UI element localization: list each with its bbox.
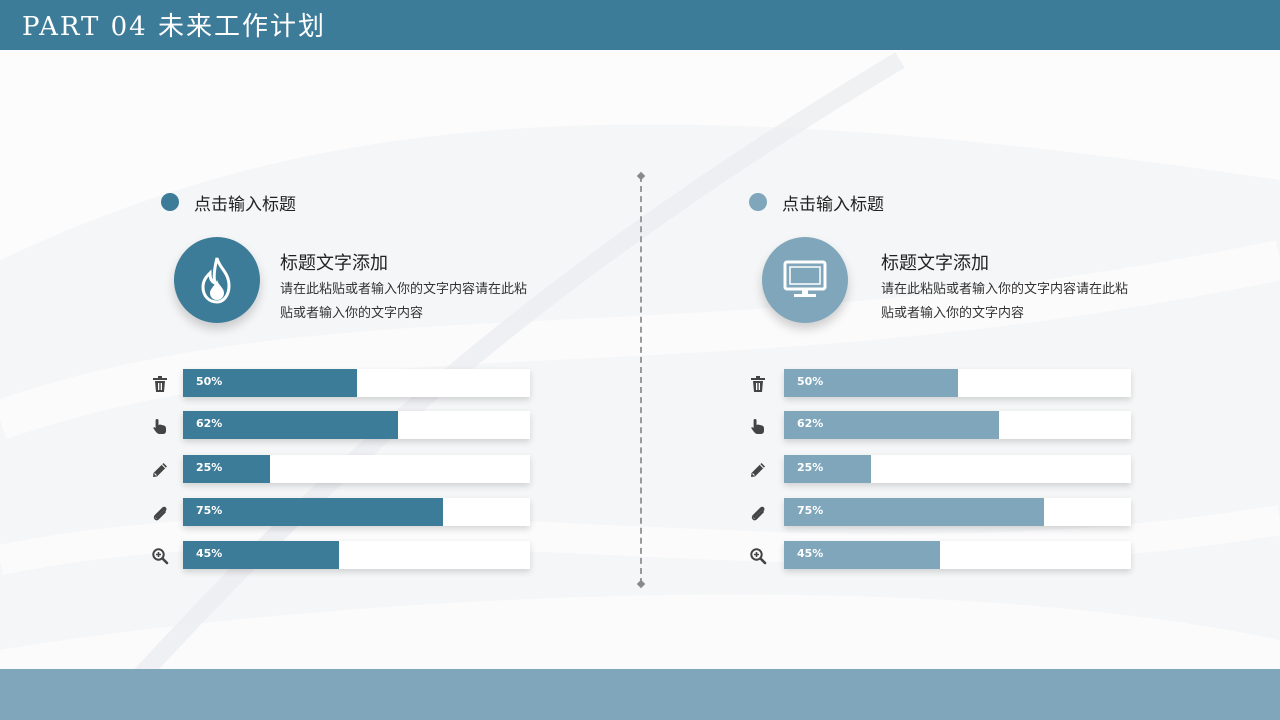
zoom-in-icon (749, 547, 767, 565)
paperclip-icon (151, 504, 169, 522)
header-bar: PART 04 未来工作计划 (0, 0, 1280, 50)
progress-label: 62% (797, 417, 824, 430)
progress-track: 62% (183, 411, 530, 439)
progress-track: 25% (784, 455, 1131, 483)
trash-icon (151, 375, 169, 393)
section-title[interactable]: 点击输入标题 (194, 190, 296, 215)
progress-label: 62% (196, 417, 223, 430)
progress-label: 25% (797, 461, 824, 474)
section-title[interactable]: 点击输入标题 (782, 190, 884, 215)
trash-icon (749, 375, 767, 393)
progress-track: 75% (183, 498, 530, 526)
pencil-icon (151, 461, 169, 479)
item-description[interactable]: 请在此粘贴或者输入你的文字内容请在此粘贴或者输入你的文字内容 (881, 278, 1131, 326)
flame-icon (201, 257, 231, 304)
progress-label: 75% (797, 504, 824, 517)
zoom-in-icon (151, 547, 169, 565)
progress-label: 50% (196, 375, 223, 388)
progress-track: 50% (784, 369, 1131, 397)
item-title[interactable]: 标题文字添加 (280, 249, 388, 275)
pointer-hand-icon (151, 417, 169, 435)
item-title[interactable]: 标题文字添加 (881, 249, 989, 275)
progress-track: 25% (183, 455, 530, 483)
section-dot (161, 193, 179, 211)
progress-track: 50% (183, 369, 530, 397)
monitor-icon (783, 260, 827, 297)
pencil-icon (749, 461, 767, 479)
center-divider (640, 176, 642, 584)
progress-label: 50% (797, 375, 824, 388)
flame-badge (174, 237, 260, 323)
page-title: PART 04 未来工作计划 (22, 12, 326, 42)
item-description[interactable]: 请在此粘贴或者输入你的文字内容请在此粘贴或者输入你的文字内容 (280, 278, 530, 326)
section-dot (749, 193, 767, 211)
progress-track: 62% (784, 411, 1131, 439)
paperclip-icon (749, 504, 767, 522)
progress-label: 45% (196, 547, 223, 560)
pointer-hand-icon (749, 417, 767, 435)
footer-bar (0, 669, 1280, 720)
monitor-badge (762, 237, 848, 323)
progress-track: 45% (784, 541, 1131, 569)
progress-label: 45% (797, 547, 824, 560)
progress-label: 25% (196, 461, 223, 474)
progress-track: 75% (784, 498, 1131, 526)
progress-label: 75% (196, 504, 223, 517)
progress-track: 45% (183, 541, 530, 569)
